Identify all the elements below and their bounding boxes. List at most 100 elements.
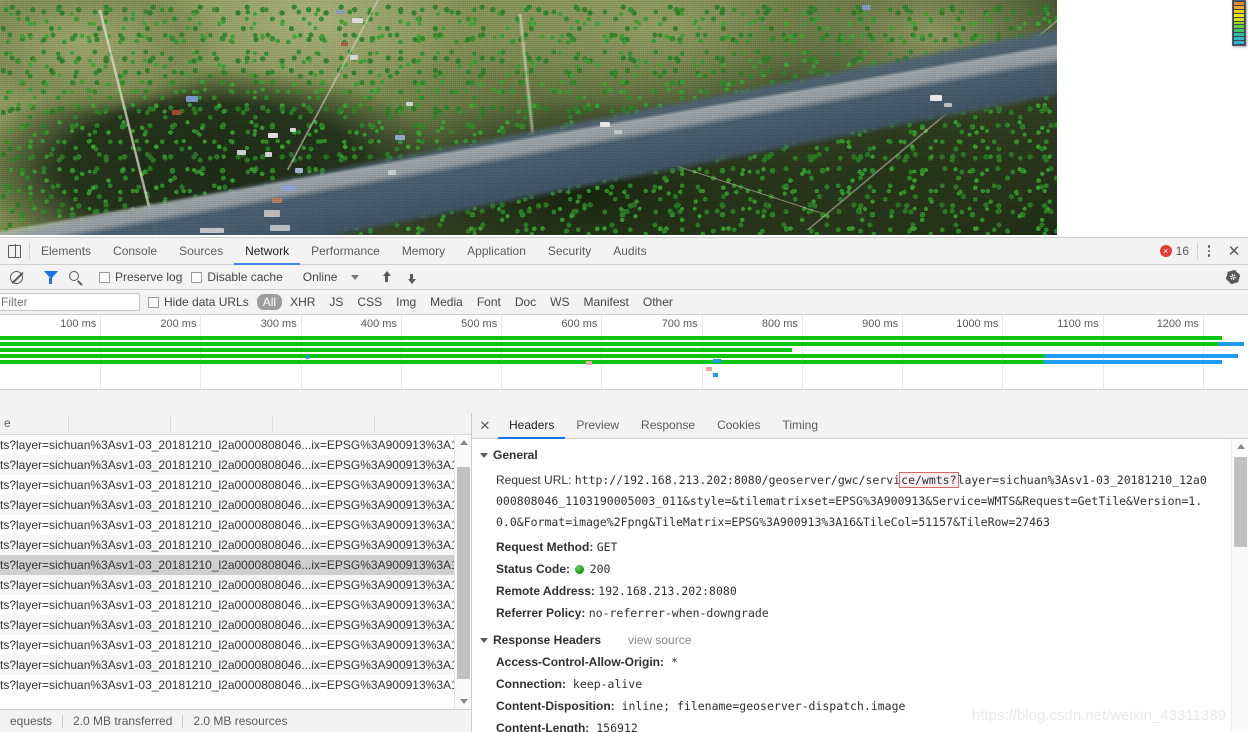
response-headers-list: Access-Control-Allow-Origin: * Connection… bbox=[472, 655, 1248, 732]
column-name[interactable]: e bbox=[0, 416, 11, 432]
throttling-select[interactable]: Online bbox=[295, 270, 366, 284]
disable-cache-checkbox[interactable]: Disable cache bbox=[189, 270, 289, 284]
table-row[interactable]: mts?layer=sichuan%3Asv1-03_20181210_l2a0… bbox=[0, 535, 471, 555]
satellite-map-image[interactable] bbox=[0, 0, 1057, 235]
tab-audits[interactable]: Audits bbox=[602, 238, 657, 265]
type-filter-img[interactable]: Img bbox=[390, 294, 422, 310]
table-row[interactable]: mts?layer=sichuan%3Asv1-03_20181210_l2a0… bbox=[0, 635, 471, 655]
map-texture-overlay bbox=[0, 0, 1057, 235]
response-header-row: Content-Length: 156912 bbox=[472, 721, 1248, 732]
view-source-link[interactable]: view source bbox=[628, 633, 691, 647]
preserve-log-checkbox[interactable]: Preserve log bbox=[97, 270, 189, 284]
type-filter-css[interactable]: CSS bbox=[351, 294, 388, 310]
table-row[interactable]: mts?layer=sichuan%3Asv1-03_20181210_l2a0… bbox=[0, 515, 471, 535]
export-har-icon[interactable] bbox=[399, 265, 424, 290]
tab-network[interactable]: Network bbox=[234, 238, 301, 265]
url-part-pre: http://192.168.213.202:8080/geoserver/gw… bbox=[574, 473, 901, 487]
overview-phase-marker bbox=[706, 367, 712, 371]
type-filter-all[interactable]: All bbox=[256, 294, 283, 310]
import-har-icon[interactable] bbox=[374, 265, 399, 290]
scroll-up-icon[interactable] bbox=[1232, 439, 1248, 454]
scroll-down-icon[interactable] bbox=[455, 694, 471, 709]
table-row[interactable]: mts?layer=sichuan%3Asv1-03_20181210_l2a0… bbox=[0, 675, 471, 695]
type-filter-media[interactable]: Media bbox=[424, 294, 469, 310]
table-row[interactable]: mts?layer=sichuan%3Asv1-03_20181210_l2a0… bbox=[0, 455, 471, 475]
header-value: inline; filename=geoserver-dispatch.imag… bbox=[614, 699, 906, 713]
scroll-up-icon[interactable] bbox=[455, 435, 471, 450]
tab-elements[interactable]: Elements bbox=[30, 238, 102, 265]
request-name: mts?layer=sichuan%3Asv1-03_20181210_l2a0… bbox=[0, 498, 471, 512]
tab-label: Preview bbox=[576, 418, 620, 432]
type-filter-xhr[interactable]: XHR bbox=[284, 294, 321, 310]
remote-address-row: Remote Address: 192.168.213.202:8080 bbox=[472, 584, 1248, 599]
dock-side-icon[interactable] bbox=[0, 238, 29, 264]
detail-tab-headers[interactable]: Headers bbox=[498, 413, 566, 439]
search-icon[interactable] bbox=[63, 265, 88, 290]
table-row[interactable]: mts?layer=sichuan%3Asv1-03_20181210_l2a0… bbox=[0, 495, 471, 515]
timeline-tick-label: 500 ms bbox=[461, 318, 498, 330]
header-key: Connection: bbox=[496, 677, 566, 691]
table-row[interactable]: mts?layer=sichuan%3Asv1-03_20181210_l2a0… bbox=[0, 555, 471, 575]
legend-stripe bbox=[1234, 2, 1244, 5]
table-row[interactable]: mts?layer=sichuan%3Asv1-03_20181210_l2a0… bbox=[0, 475, 471, 495]
tab-console[interactable]: Console bbox=[102, 238, 168, 265]
tab-label: Performance bbox=[311, 243, 380, 258]
map-color-legend-widget[interactable] bbox=[1232, 0, 1246, 46]
timeline-tick: 1000 ms bbox=[956, 315, 1004, 389]
timeline-tick: 700 ms bbox=[662, 315, 703, 389]
header-key: Access-Control-Allow-Origin: bbox=[496, 655, 665, 669]
close-detail-icon[interactable]: ✕ bbox=[472, 413, 498, 438]
type-filter-manifest[interactable]: Manifest bbox=[578, 294, 635, 310]
clear-icon[interactable] bbox=[4, 265, 29, 290]
legend-stripe bbox=[1234, 29, 1244, 33]
type-filter-font[interactable]: Font bbox=[471, 294, 507, 310]
type-filter-doc[interactable]: Doc bbox=[509, 294, 542, 310]
scroll-thumb[interactable] bbox=[457, 467, 470, 679]
column-3[interactable] bbox=[170, 416, 175, 432]
table-row[interactable]: mts?layer=sichuan%3Asv1-03_20181210_l2a0… bbox=[0, 435, 471, 455]
timeline-tick-label: 100 ms bbox=[60, 318, 97, 330]
detail-tab-timing[interactable]: Timing bbox=[771, 413, 829, 439]
close-icon[interactable]: ✕ bbox=[1220, 238, 1248, 264]
type-filter-other[interactable]: Other bbox=[637, 294, 679, 310]
timeline-tick-label: 800 ms bbox=[761, 318, 798, 330]
timeline-tick: 900 ms bbox=[862, 315, 904, 389]
table-row[interactable]: mts?layer=sichuan%3Asv1-03_20181210_l2a0… bbox=[0, 595, 471, 615]
legend-stripe bbox=[1234, 21, 1244, 25]
error-count-badge[interactable]: × 16 bbox=[1152, 238, 1197, 264]
filter-funnel-icon[interactable] bbox=[38, 265, 63, 290]
kebab-menu-icon[interactable] bbox=[1198, 238, 1220, 264]
table-row[interactable]: mts?layer=sichuan%3Asv1-03_20181210_l2a0… bbox=[0, 655, 471, 675]
detail-tab-preview[interactable]: Preview bbox=[565, 413, 630, 439]
column-5[interactable] bbox=[374, 416, 379, 432]
table-row[interactable]: mts?layer=sichuan%3Asv1-03_20181210_l2a0… bbox=[0, 575, 471, 595]
detail-scrollbar[interactable] bbox=[1231, 439, 1248, 732]
network-overview-timeline[interactable]: 100 ms 200 ms 300 ms 400 ms 500 ms 600 ms 700 … bbox=[0, 315, 1248, 390]
table-row[interactable]: mts?layer=sichuan%3Asv1-03_20181210_l2a0… bbox=[0, 615, 471, 635]
filter-input[interactable] bbox=[0, 293, 140, 311]
request-rows[interactable]: mts?layer=sichuan%3Asv1-03_20181210_l2a0… bbox=[0, 435, 471, 709]
request-url-value[interactable]: http://192.168.213.202:8080/geoserver/gw… bbox=[496, 472, 1207, 529]
tab-performance[interactable]: Performance bbox=[300, 238, 391, 265]
timeline-tick-label: 1200 ms bbox=[1156, 318, 1199, 330]
general-section-header[interactable]: General bbox=[472, 448, 1248, 462]
type-filter-js[interactable]: JS bbox=[323, 294, 349, 310]
scroll-thumb[interactable] bbox=[1234, 457, 1247, 547]
hide-data-urls-checkbox[interactable]: Hide data URLs bbox=[146, 295, 256, 309]
column-2[interactable] bbox=[68, 416, 73, 432]
tab-application[interactable]: Application bbox=[456, 238, 537, 265]
tab-sources[interactable]: Sources bbox=[168, 238, 234, 265]
tab-label: Memory bbox=[401, 243, 446, 258]
request-list-scrollbar[interactable] bbox=[454, 435, 471, 709]
status-code-label: Status Code: bbox=[496, 562, 571, 576]
detail-tab-response[interactable]: Response bbox=[630, 413, 706, 439]
gear-icon[interactable] bbox=[1220, 265, 1245, 290]
type-filter-ws[interactable]: WS bbox=[544, 294, 575, 310]
response-headers-section-header[interactable]: Response Headers view source bbox=[472, 633, 1248, 647]
tab-security[interactable]: Security bbox=[537, 238, 602, 265]
column-4[interactable] bbox=[272, 416, 277, 432]
detail-tab-cookies[interactable]: Cookies bbox=[706, 413, 771, 439]
tab-memory[interactable]: Memory bbox=[391, 238, 456, 265]
timeline-tick-label: 300 ms bbox=[260, 318, 297, 330]
preserve-log-label: Preserve log bbox=[115, 270, 183, 284]
